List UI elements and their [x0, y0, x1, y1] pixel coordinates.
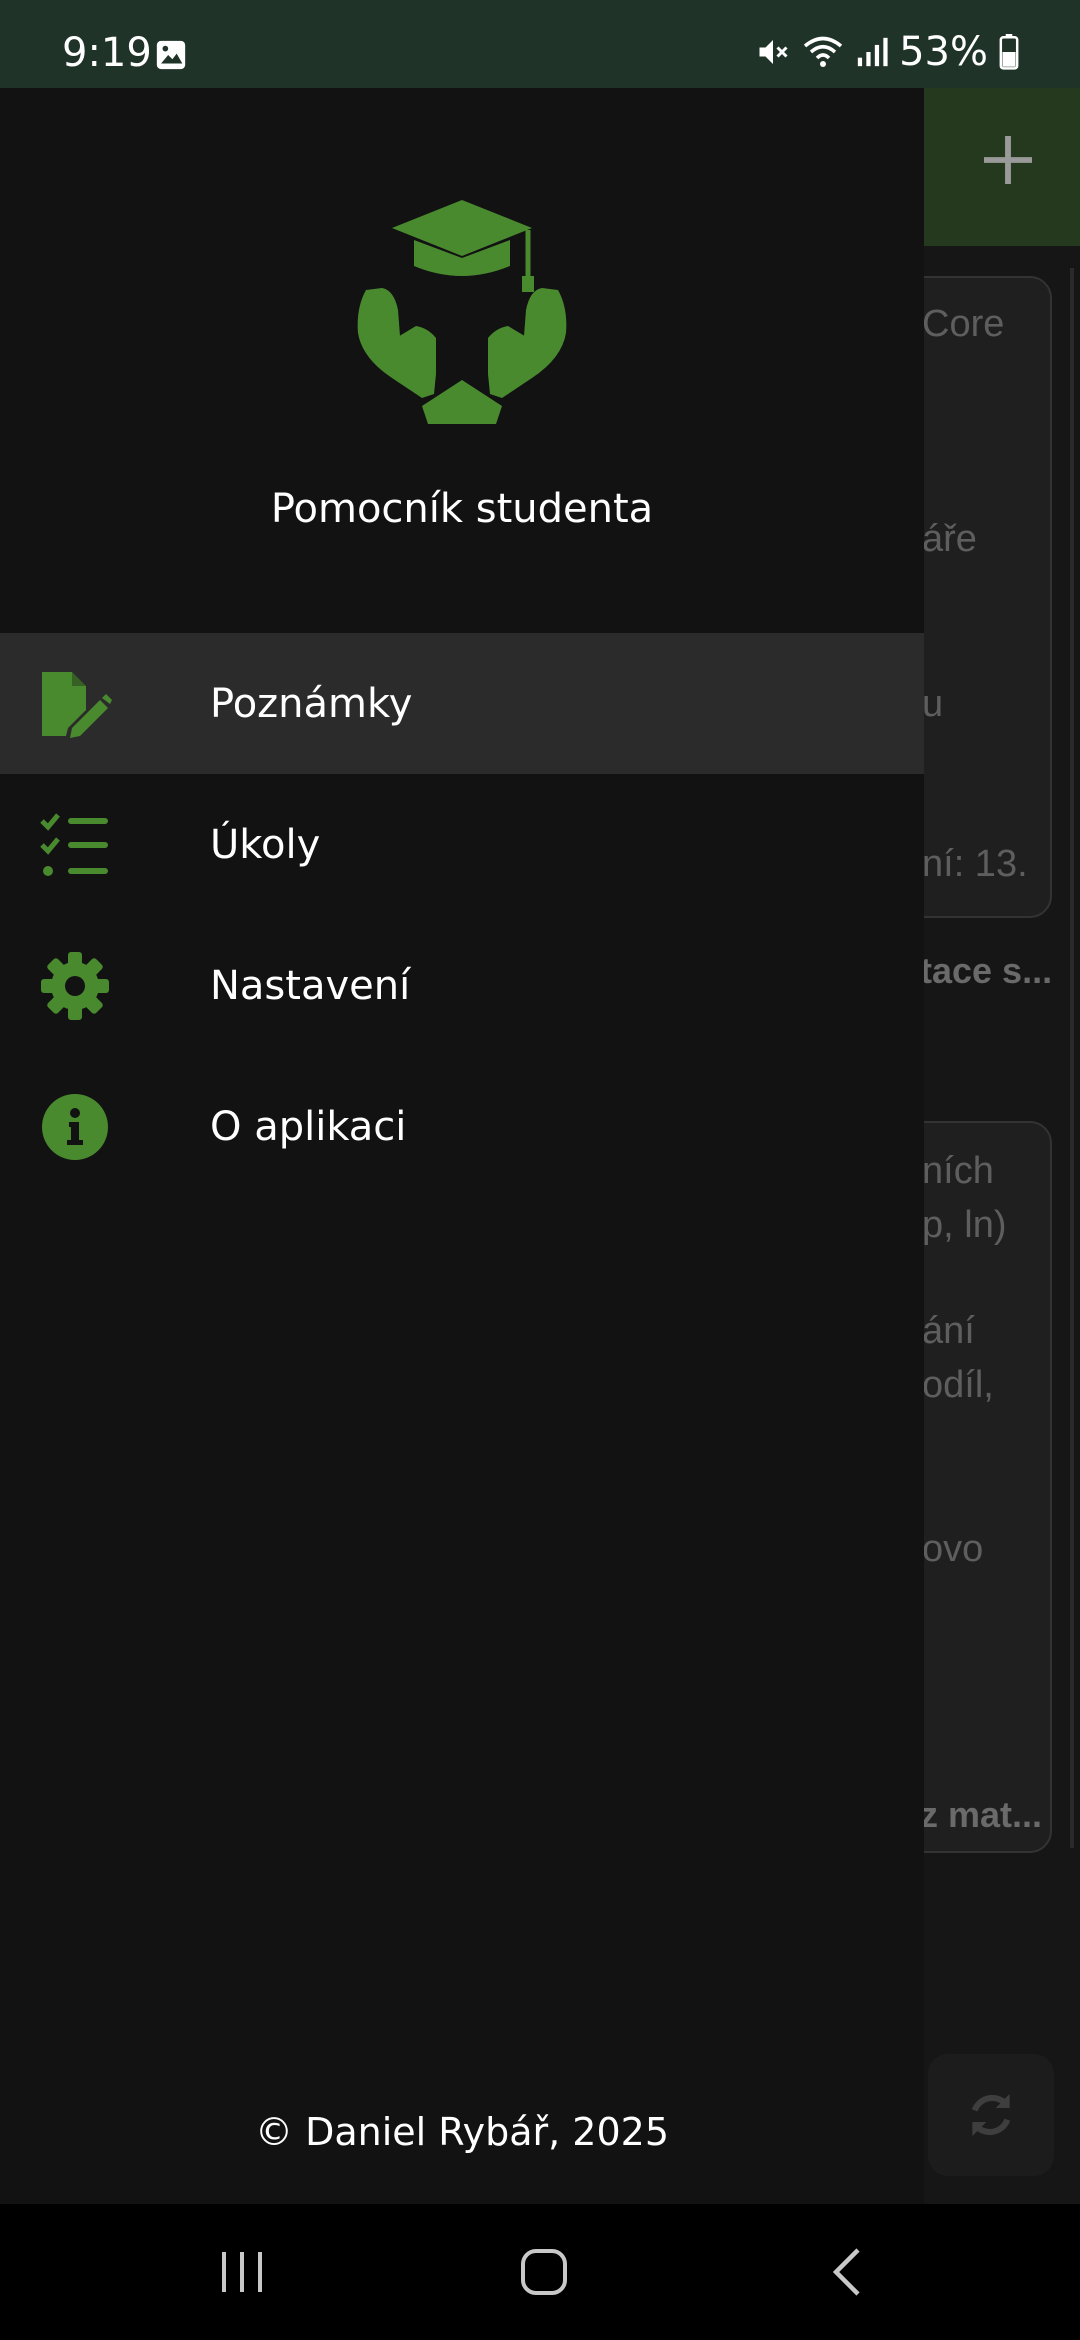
note-card-title: tace s...: [920, 950, 1053, 991]
mute-icon: [759, 40, 788, 64]
note-card-text: ních: [922, 1150, 994, 1192]
gallery-icon: [156, 40, 186, 70]
home-button[interactable]: [514, 2242, 574, 2302]
back-button[interactable]: [818, 2242, 878, 2302]
graduation-logo-icon: [357, 200, 567, 424]
menu-item-label: O aplikaci: [210, 1103, 407, 1150]
recent-apps-button[interactable]: [212, 2242, 272, 2302]
app-name: Pomocník studenta: [270, 486, 654, 532]
copyright-text: © Daniel Rybář, 2025: [255, 2110, 669, 2154]
drawer-menu: Poznámky Úkoly Nastavení O aplikaci: [0, 633, 924, 1197]
checklist-icon: [40, 813, 108, 876]
battery-icon: [999, 34, 1019, 70]
info-icon: [42, 1094, 108, 1160]
note-card-text: odíl,: [922, 1364, 994, 1406]
note-card-text: p, ln): [922, 1204, 1007, 1246]
refresh-icon: [971, 2094, 1011, 2136]
note-card-title: z mat...: [920, 1794, 1043, 1835]
wifi-icon: [803, 36, 843, 67]
status-bar: 9:19 53%: [0, 0, 1080, 88]
note-card-text: ání: [922, 1310, 975, 1352]
note-card-text: áře: [922, 518, 977, 560]
refresh-button[interactable]: [928, 2054, 1054, 2176]
note-card-text: u: [922, 683, 944, 725]
note-edit-icon: [42, 672, 112, 738]
menu-item-label: Úkoly: [210, 821, 321, 868]
system-navigation-bar: [0, 2204, 1080, 2340]
note-card-text: Core: [922, 303, 1005, 345]
gear-icon: [41, 952, 109, 1020]
menu-item-poznamky[interactable]: Poznámky: [0, 633, 924, 774]
menu-item-nastaveni[interactable]: Nastavení: [0, 915, 924, 1056]
add-icon[interactable]: [976, 128, 1040, 192]
menu-item-ukoly[interactable]: Úkoly: [0, 774, 924, 915]
menu-item-label: Nastavení: [210, 962, 411, 1009]
note-card-text: ní: 13.: [922, 843, 1028, 885]
status-icons: 53%: [755, 29, 1020, 75]
note-card-text: ovo: [922, 1528, 984, 1570]
navigation-drawer: Pomocník studenta Poznámky Úkoly Nastave…: [0, 88, 924, 2204]
menu-item-label: Poznámky: [210, 680, 413, 727]
scrollbar: [1070, 268, 1074, 1848]
signal-icon: [857, 37, 888, 67]
menu-item-o-aplikaci[interactable]: O aplikaci: [0, 1056, 924, 1197]
battery-percent: 53%: [899, 29, 988, 75]
status-time: 9:19: [62, 30, 152, 76]
